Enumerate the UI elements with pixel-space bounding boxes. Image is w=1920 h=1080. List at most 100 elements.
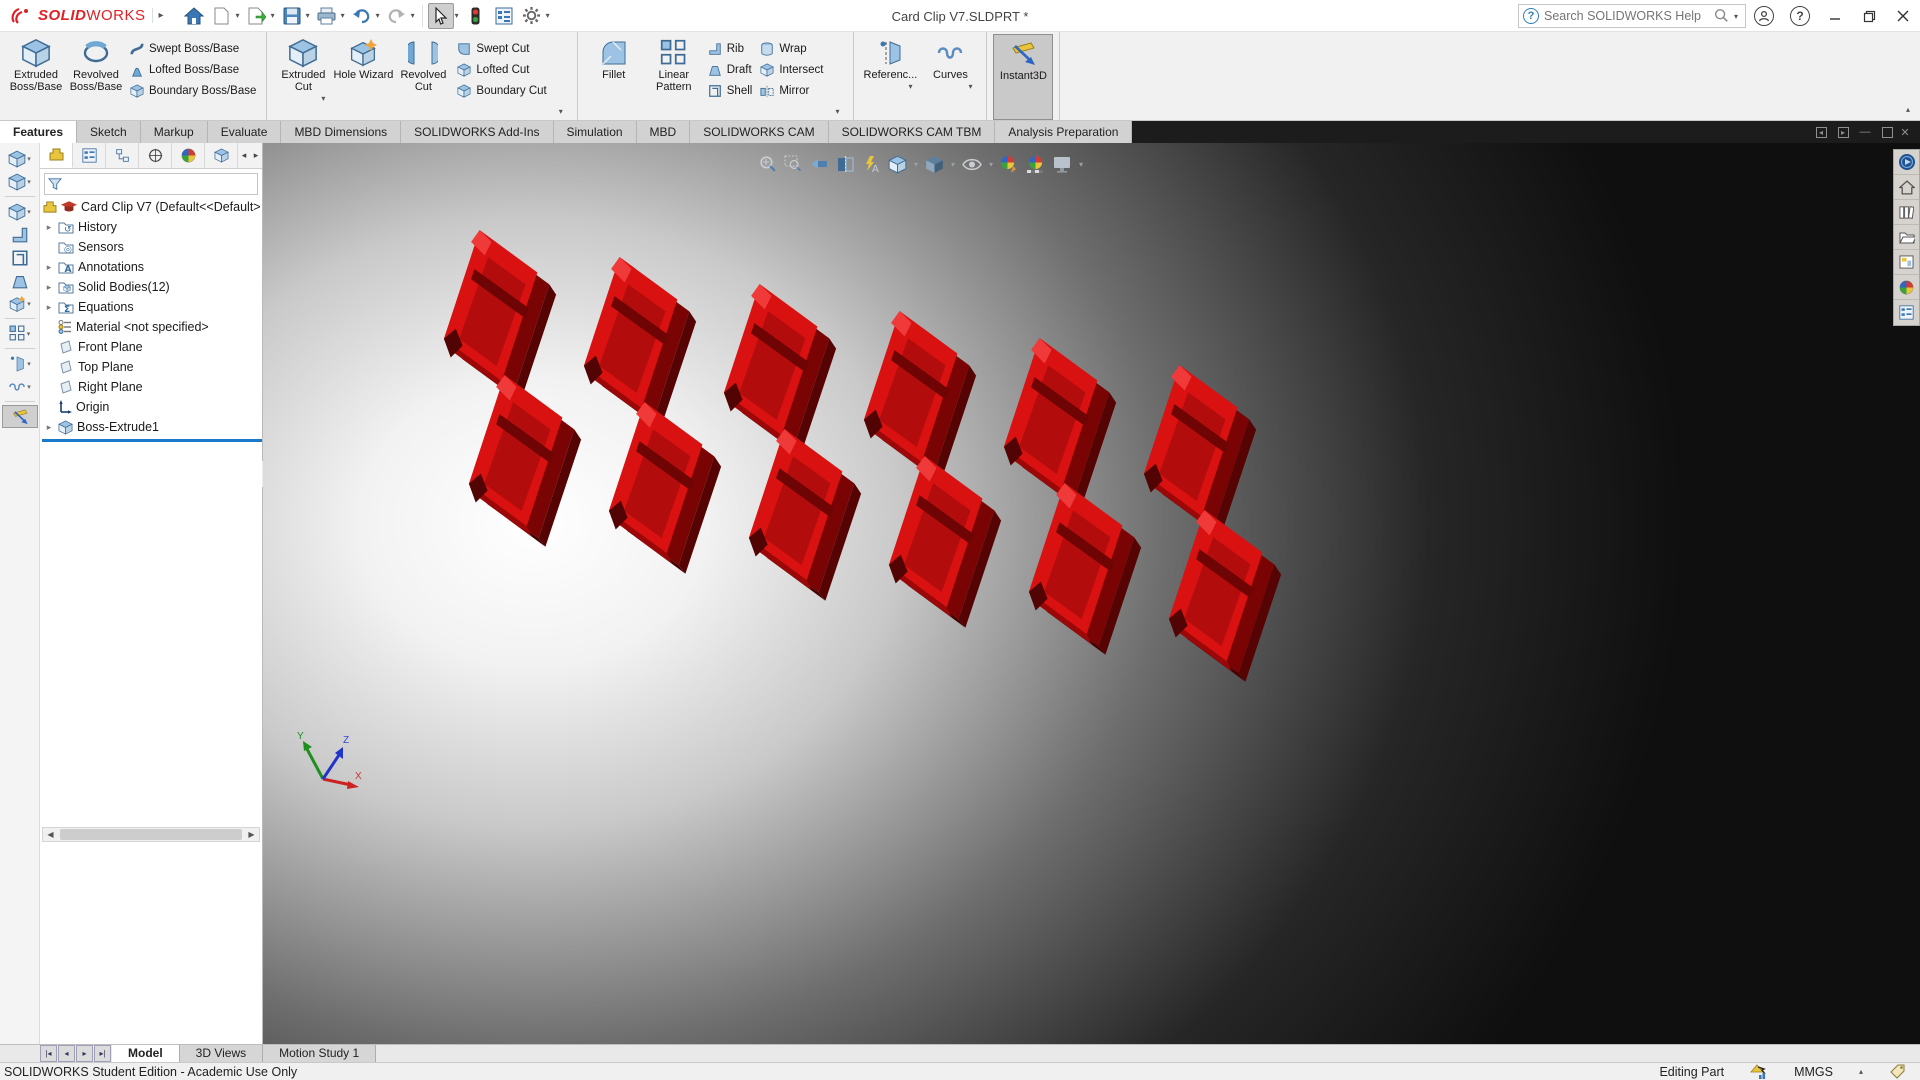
performance-rebuild-icon[interactable] xyxy=(1750,1064,1768,1079)
select-tool-button[interactable] xyxy=(427,2,454,29)
strip-fillet-button[interactable]: ▾ xyxy=(2,200,38,223)
save-button[interactable] xyxy=(279,3,305,29)
tree-item-annotations[interactable]: ▸ A Annotations xyxy=(40,257,262,277)
strip-hole-wizard-button[interactable]: ▾ xyxy=(2,292,38,315)
strip-extruded-boss-button[interactable]: ▾ xyxy=(2,147,38,170)
options-button[interactable] xyxy=(519,3,545,29)
print-button[interactable] xyxy=(314,3,340,29)
extruded-boss-base-button[interactable]: Extruded Boss/Base xyxy=(6,34,66,120)
tab-sketch[interactable]: Sketch xyxy=(77,121,141,143)
boundary-boss-base-button[interactable]: Boundary Boss/Base xyxy=(130,80,256,101)
strip-curves-button[interactable]: ▾ xyxy=(2,375,38,398)
taskpane-home-icon[interactable] xyxy=(1894,175,1919,200)
open-caret[interactable]: ▾ xyxy=(271,11,275,20)
tab-analysis-preparation[interactable]: Analysis Preparation xyxy=(995,121,1133,143)
design-library-icon[interactable] xyxy=(1894,200,1919,225)
first-tab-icon[interactable]: |◂ xyxy=(40,1045,57,1062)
revolved-cut-button[interactable]: Revolved Cut xyxy=(393,34,453,120)
mirror-button[interactable]: Mirror xyxy=(760,80,823,101)
design-binder-button[interactable] xyxy=(491,3,517,29)
tree-item-right-plane[interactable]: Right Plane xyxy=(40,377,262,397)
ribbon-collapse-caret[interactable]: ▴ xyxy=(1906,105,1920,120)
tree-item-origin[interactable]: Origin xyxy=(40,397,262,417)
fillet-button[interactable]: Fillet xyxy=(584,34,644,120)
shell-button[interactable]: Shell xyxy=(708,80,752,101)
strip-reference-geometry-button[interactable]: ▾ xyxy=(2,352,38,375)
previous-tab-icon[interactable]: ◂ xyxy=(58,1045,75,1062)
tree-item-material[interactable]: Material <not specified> xyxy=(40,317,262,337)
tab-solidworks-cam-tbm[interactable]: SOLIDWORKS CAM TBM xyxy=(828,121,996,143)
curves-button[interactable]: Curves ▾ xyxy=(920,34,980,120)
pane-previous-icon[interactable]: ◂ xyxy=(1810,126,1832,138)
strip-draft-button[interactable] xyxy=(2,269,38,292)
tree-root-item[interactable]: Card Clip V7 (Default<<Default> xyxy=(40,197,262,217)
close-button[interactable] xyxy=(1886,0,1920,32)
curves-caret[interactable]: ▾ xyxy=(960,81,980,97)
tab-simulation[interactable]: Simulation xyxy=(553,121,637,143)
tag-icon[interactable] xyxy=(1889,1064,1906,1079)
last-tab-icon[interactable]: ▸| xyxy=(94,1045,111,1062)
options-caret[interactable]: ▾ xyxy=(546,11,550,20)
tree-item-sensors[interactable]: ◎ Sensors xyxy=(40,237,262,257)
strip-extruded-cut-button[interactable]: ▾ xyxy=(2,170,38,193)
expand-caret[interactable]: ▸ xyxy=(44,302,54,313)
boundary-cut-button[interactable]: Boundary Cut xyxy=(457,80,547,101)
tab-configuration-manager[interactable] xyxy=(106,143,139,168)
instant3d-button[interactable]: Instant3D xyxy=(993,34,1054,120)
strip-shell-button[interactable] xyxy=(2,246,38,269)
tab-solidworks-cam[interactable]: SOLIDWORKS CAM xyxy=(690,121,829,143)
help-icon[interactable]: ? xyxy=(1790,6,1810,26)
tab-display-manager[interactable] xyxy=(172,143,205,168)
tab-evaluate[interactable]: Evaluate xyxy=(207,121,282,143)
child-close-icon[interactable]: ✕ xyxy=(1898,126,1920,139)
child-minimize-icon[interactable]: — xyxy=(1854,126,1876,138)
tree-horizontal-scrollbar[interactable]: ◀ ▶ xyxy=(42,827,260,842)
expand-caret[interactable]: ▸ xyxy=(44,282,54,293)
rollback-bar[interactable] xyxy=(42,439,262,442)
tree-item-solid-bodies[interactable]: ▸ Solid Bodies(12) xyxy=(40,277,262,297)
performance-evaluation-button[interactable] xyxy=(463,3,489,29)
expand-caret[interactable]: ▸ xyxy=(44,422,54,433)
tree-item-front-plane[interactable]: Front Plane xyxy=(40,337,262,357)
tree-item-top-plane[interactable]: Top Plane xyxy=(40,357,262,377)
tab-mbd-dimensions[interactable]: MBD Dimensions xyxy=(281,121,402,143)
extruded-cut-button[interactable]: Extruded Cut ▾ xyxy=(273,34,333,120)
save-caret[interactable]: ▾ xyxy=(306,11,310,20)
cut-group-caret[interactable]: ▾ xyxy=(551,107,571,120)
revolved-boss-base-button[interactable]: Revolved Boss/Base xyxy=(66,34,126,120)
rib-button[interactable]: Rib xyxy=(708,38,753,59)
child-restore-icon[interactable] xyxy=(1876,126,1898,138)
next-tab-icon[interactable]: ▸ xyxy=(76,1045,93,1062)
solid-bodies-render[interactable] xyxy=(263,143,1920,1044)
tab-3d-views[interactable]: 3D Views xyxy=(179,1045,264,1062)
tab-featuremanager-tree[interactable] xyxy=(40,143,73,168)
swept-boss-base-button[interactable]: Swept Boss/Base xyxy=(130,38,256,59)
strip-linear-pattern-button[interactable]: ▾ xyxy=(2,322,38,345)
undo-button[interactable] xyxy=(349,3,375,29)
pane-next-icon[interactable]: ▸ xyxy=(1832,126,1854,138)
tab-markup[interactable]: Markup xyxy=(140,121,208,143)
tab-property-manager[interactable] xyxy=(73,143,106,168)
linear-pattern-button[interactable]: Linear Pattern xyxy=(644,34,704,120)
expand-caret[interactable]: ▸ xyxy=(44,262,54,273)
redo-button[interactable] xyxy=(384,3,410,29)
expand-caret[interactable]: ▸ xyxy=(44,222,54,233)
home-button[interactable] xyxy=(181,3,207,29)
custom-properties-icon[interactable] xyxy=(1894,300,1919,325)
lofted-cut-button[interactable]: Lofted Cut xyxy=(457,59,546,80)
swept-cut-button[interactable]: Swept Cut xyxy=(457,38,546,59)
wrap-button[interactable]: Wrap xyxy=(760,38,823,59)
draft-button[interactable]: Draft xyxy=(708,59,753,80)
tab-mbd[interactable]: MBD xyxy=(636,121,691,143)
file-explorer-icon[interactable] xyxy=(1894,225,1919,250)
new-document-caret[interactable]: ▾ xyxy=(236,11,240,20)
print-caret[interactable]: ▾ xyxy=(341,11,345,20)
open-button[interactable] xyxy=(244,3,270,29)
tab-solidworks-add-ins[interactable]: SOLIDWORKS Add-Ins xyxy=(401,121,554,143)
tree-filter-input[interactable] xyxy=(62,177,254,191)
appearances-scenes-icon[interactable] xyxy=(1894,275,1919,300)
redo-caret[interactable]: ▾ xyxy=(411,11,415,20)
select-tool-caret[interactable]: ▾ xyxy=(455,11,459,20)
reference-geometry-button[interactable]: Referenc... ▾ xyxy=(860,34,920,120)
view-palette-icon[interactable] xyxy=(1894,250,1919,275)
